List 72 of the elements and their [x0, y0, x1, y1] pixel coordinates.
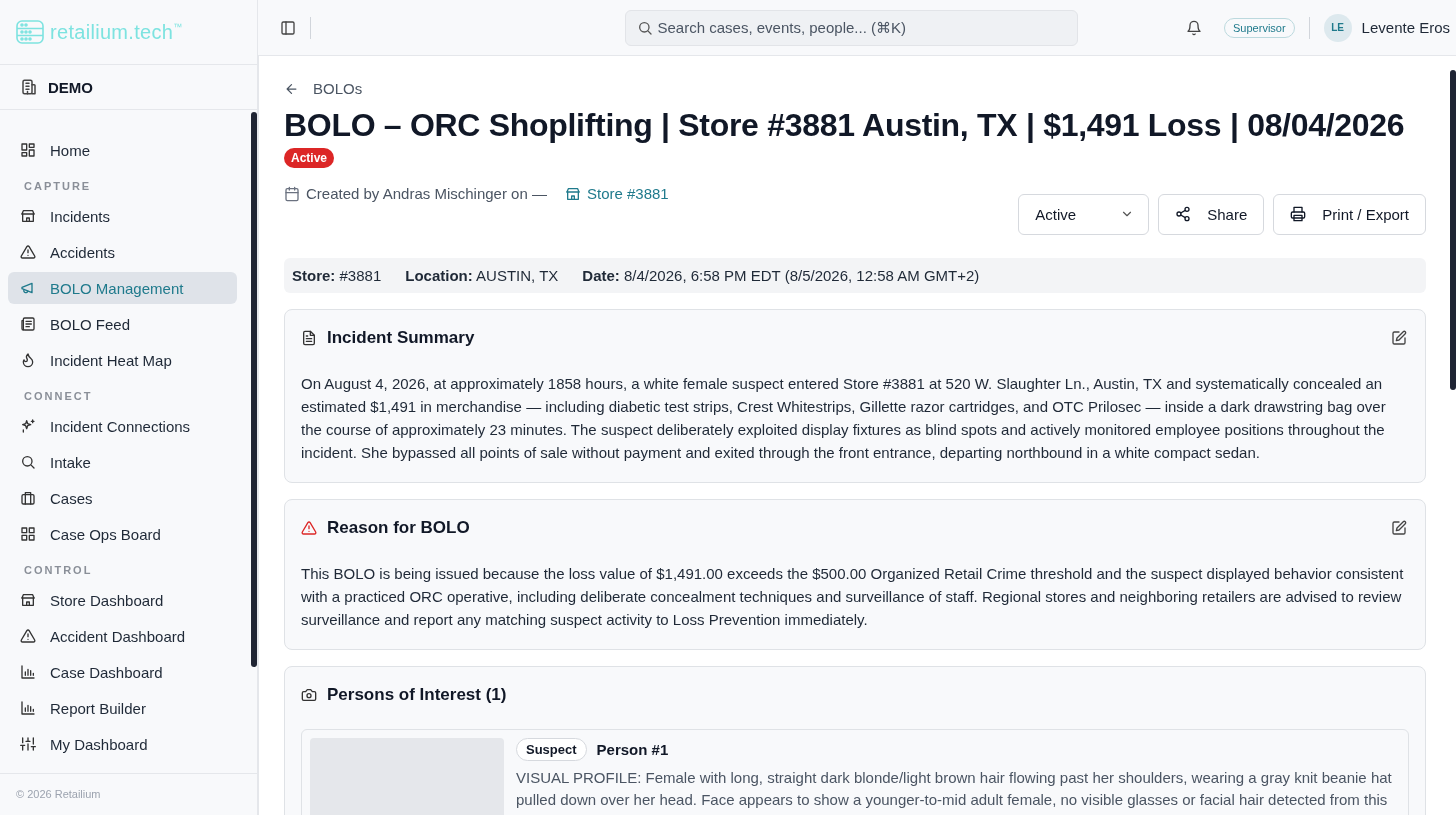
warning-icon [20, 244, 36, 260]
flame-icon [20, 352, 36, 368]
user-name: Levente Eros [1361, 19, 1450, 36]
trademark: ™ [173, 22, 183, 32]
nav-item[interactable]: Cases [8, 482, 237, 514]
nav-item[interactable]: Accident Dashboard [8, 620, 237, 652]
newspaper-icon [20, 316, 36, 332]
briefcase-icon [20, 490, 36, 506]
status-select[interactable]: Active [1018, 193, 1150, 235]
store-icon [564, 185, 581, 202]
scrollbar-thumb[interactable] [1450, 70, 1456, 390]
logo-text: retailium.tech [50, 20, 174, 44]
section-title: Persons of Interest (1) [327, 684, 508, 705]
share-button[interactable]: Share [1158, 193, 1265, 235]
section-heading: CONNECT [23, 389, 94, 404]
nav-item[interactable]: Accidents [8, 236, 237, 268]
share-icon [1175, 206, 1192, 222]
search-icon [636, 19, 653, 36]
section-text: This BOLO is being issued because the loss value of $1,491.00 exceeds the $500.00 Organized Retail Crime threshold and the suspect displayed behavior consistent with a practiced ORC operative, including deliberate concealment techniques and surveillance of staff. Regional stores and neighboring retailers are advised to review surveillance and report any matching suspect activity to Loss Prevention immediately. [301, 563, 1405, 630]
megaphone-icon [20, 280, 36, 296]
page-title: BOLO – ORC Shoplifting | Store #3881 Austin, TX | $1,491 Loss | 08/04/2026 [284, 106, 1406, 144]
nav-item[interactable]: Intake [8, 446, 237, 478]
nav-item[interactable]: My Dashboard [8, 728, 237, 760]
store-icon [20, 592, 36, 608]
store-icon [20, 208, 36, 224]
fact-text: Date: 8/4/2026, 6:58 PM EDT (8/5/2026, 12:58 AM GMT+2) [582, 266, 980, 284]
scrollbar-thumb[interactable] [251, 112, 257, 667]
sparkles-icon [20, 418, 36, 434]
section-title: Incident Summary [327, 327, 476, 348]
nav-item[interactable]: Incident Connections [8, 410, 237, 442]
nav-item[interactable]: Incidents [8, 200, 237, 232]
warning-icon [20, 628, 36, 644]
avatar: LE [1323, 13, 1352, 42]
logo-icon [16, 20, 44, 44]
document-icon [301, 329, 317, 346]
dashboard-icon [20, 142, 36, 158]
nav-item[interactable]: Case Ops Board [8, 518, 237, 550]
printer-icon [1290, 206, 1307, 222]
section-heading: CAPTURE [23, 179, 93, 194]
camera-icon [301, 686, 317, 703]
role-tag: Suspect [516, 737, 587, 761]
user-menu-button[interactable]: LE Levente Eros [1323, 13, 1450, 42]
warning-icon [301, 519, 317, 536]
store-link[interactable]: Store #3881 [564, 185, 669, 202]
calendar-icon [284, 185, 300, 202]
back-link[interactable]: BOLOs [284, 80, 363, 97]
organization-name: DEMO [48, 78, 93, 96]
nav-item[interactable]: Incident Heat Map [8, 344, 237, 376]
nav-item[interactable]: BOLO Management [8, 272, 237, 304]
fact-text: Store: #3881 [292, 266, 382, 284]
section-heading: CONTROL [23, 563, 94, 578]
search-field[interactable]: Search cases, events, people... (⌘K) [624, 9, 1078, 46]
created-by-text: Created by Andras Mischinger on — [306, 185, 547, 202]
copyright-text: © 2026 Retailium [0, 773, 257, 815]
person-name: Person #1 [596, 740, 669, 758]
building-icon [20, 78, 38, 96]
status-badge: Active [284, 147, 335, 168]
bar-chart-icon [20, 700, 36, 716]
print-export-button[interactable]: Print / Export [1273, 193, 1426, 235]
nav-item[interactable]: Home [8, 134, 237, 166]
nav-item[interactable]: Report Builder [8, 692, 237, 724]
nav-item[interactable]: Store Dashboard [8, 584, 237, 616]
bar-chart-icon [20, 664, 36, 680]
section-title: Reason for BOLO [327, 517, 471, 538]
grid-icon [20, 526, 36, 542]
section-text: On August 4, 2026, at approximately 1858 hours, a white female suspect entered Store #3881 at 520 W. Slaughter Ln., Austin, TX and systematically concealed an estimated $1,491 in merchandise — including diabetic test strips, Crest Whitestrips, Gillette razor cartridges, and OTC Prilosec — inside a dark drawstring bag over the course of approximately 23 minutes. The suspect deliberately exploited display fixtures as blind spots and actively monitored employee positions throughout the incident. She bypassed all points of sale without payment and exited through the front entrance, departing northbound in a white compact sedan. [301, 373, 1387, 463]
search-icon [20, 454, 36, 470]
nav-item[interactable]: Case Dashboard [8, 656, 237, 688]
fact-text: Location: AUSTIN, TX [405, 266, 559, 284]
sliders-icon [20, 736, 36, 752]
profile-text: VISUAL PROFILE: Female with long, straight dark blonde/light brown hair flowing past her shoulders, wearing a gray knit beanie hat pulled down over her head. Face appears to show a younger-to-mid adult female, no visible glasses or facial hair detected from this [516, 767, 1393, 810]
nav-item[interactable]: BOLO Feed [8, 308, 237, 340]
